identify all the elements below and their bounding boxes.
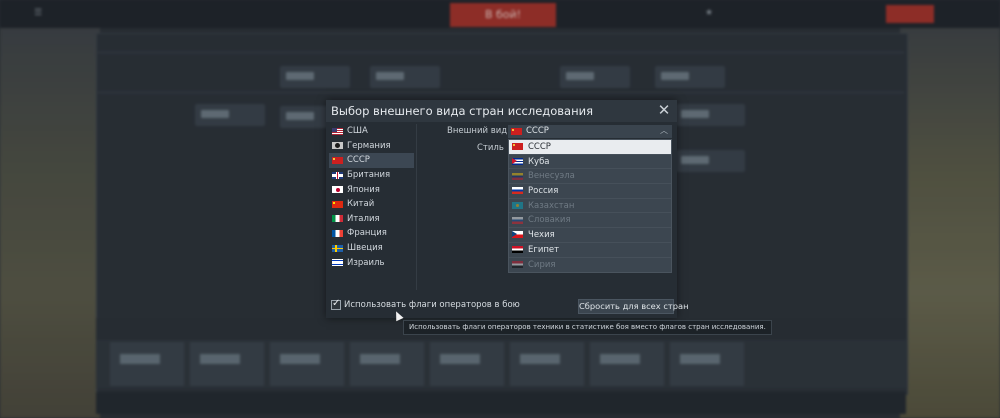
chevron-up-icon: ︿ [660, 126, 668, 135]
usa-flag-icon [332, 127, 343, 135]
option-russia[interactable]: Россия [509, 184, 671, 199]
reset-all-button[interactable]: Сбросить для всех стран [578, 299, 689, 314]
ussr-flag-icon [511, 128, 522, 135]
country-item-france[interactable]: Франция [329, 226, 414, 241]
appearance-select[interactable]: СССР ︿ [508, 125, 672, 138]
option-label: Россия [528, 185, 559, 196]
appearance-label: Внешний вид [447, 126, 508, 136]
option-venezuela: Венесуэла [509, 169, 671, 185]
israel-flag-icon [332, 259, 343, 267]
option-label: Казахстан [528, 200, 575, 211]
option-ussr[interactable]: СССР [509, 140, 671, 155]
country-item-japan[interactable]: Япония [329, 182, 414, 197]
operator-flags-tooltip: Использовать флаги операторов техники в … [403, 320, 772, 335]
syria-flag-icon [512, 261, 523, 269]
option-label: Сирия [528, 259, 556, 270]
appearance-select-value: СССР [526, 126, 549, 136]
country-label: США [347, 126, 368, 137]
style-label: Стиль [477, 143, 504, 153]
country-label: Швеция [347, 243, 383, 254]
option-label: Словакия [528, 215, 571, 226]
option-kazakhstan: Казахстан [509, 199, 671, 214]
dialog-title: Выбор внешнего вида стран исследования [331, 104, 593, 118]
dialog-header: Выбор внешнего вида стран исследования ✕ [326, 100, 677, 122]
country-label: Германия [347, 140, 391, 151]
kazakhstan-flag-icon [512, 202, 523, 210]
option-label: Египет [528, 244, 560, 255]
country-item-britain[interactable]: Британия [329, 168, 414, 183]
option-egypt[interactable]: Египет [509, 243, 671, 258]
use-operator-flags-label[interactable]: Использовать флаги операторов в бою [344, 300, 520, 310]
egypt-flag-icon [512, 246, 523, 254]
country-label: Китай [347, 199, 375, 210]
close-icon[interactable]: ✕ [657, 103, 671, 118]
option-cuba[interactable]: Куба [509, 155, 671, 170]
venezuela-flag-icon [512, 172, 523, 180]
czechia-flag-icon [512, 231, 523, 239]
option-czechia[interactable]: Чехия [509, 228, 671, 243]
country-item-italy[interactable]: Италия [329, 212, 414, 227]
country-list: США Германия СССР Британия Япония Китай … [329, 124, 414, 270]
japan-flag-icon [332, 186, 343, 194]
nation-appearance-dialog: Выбор внешнего вида стран исследования ✕… [326, 100, 689, 318]
slovakia-flag-icon [512, 216, 523, 224]
option-label: Чехия [528, 229, 555, 240]
sweden-flag-icon [332, 244, 343, 252]
ussr-flag-icon [512, 143, 523, 151]
country-item-ussr[interactable]: СССР [329, 153, 414, 168]
country-label: Британия [347, 170, 391, 181]
option-label: СССР [528, 141, 551, 152]
russia-flag-icon [512, 187, 523, 195]
option-syria: Сирия [509, 258, 671, 273]
country-label: Израиль [347, 257, 385, 268]
column-divider [416, 124, 417, 290]
dialog-footer: Использовать флаги операторов в бою Сбро… [326, 296, 689, 318]
country-item-usa[interactable]: США [329, 124, 414, 139]
country-item-israel[interactable]: Израиль [329, 255, 414, 270]
use-operator-flags-checkbox[interactable] [331, 298, 341, 310]
germany-flag-icon [332, 142, 343, 150]
option-label: Куба [528, 156, 550, 167]
country-label: Италия [347, 213, 380, 224]
ussr-flag-icon [332, 156, 343, 164]
country-item-china[interactable]: Китай [329, 197, 414, 212]
cuba-flag-icon [512, 158, 523, 166]
france-flag-icon [332, 229, 343, 237]
italy-flag-icon [332, 215, 343, 223]
country-label: Франция [347, 228, 387, 239]
option-label: Венесуэла [528, 171, 575, 182]
country-item-germany[interactable]: Германия [329, 139, 414, 154]
china-flag-icon [332, 200, 343, 208]
country-label: Япония [347, 184, 380, 195]
option-slovakia: Словакия [509, 213, 671, 229]
country-label: СССР [347, 155, 370, 166]
uk-flag-icon [332, 171, 343, 179]
country-item-sweden[interactable]: Швеция [329, 241, 414, 256]
appearance-dropdown: СССР Куба Венесуэла Россия Казахстан Сло… [508, 139, 672, 274]
